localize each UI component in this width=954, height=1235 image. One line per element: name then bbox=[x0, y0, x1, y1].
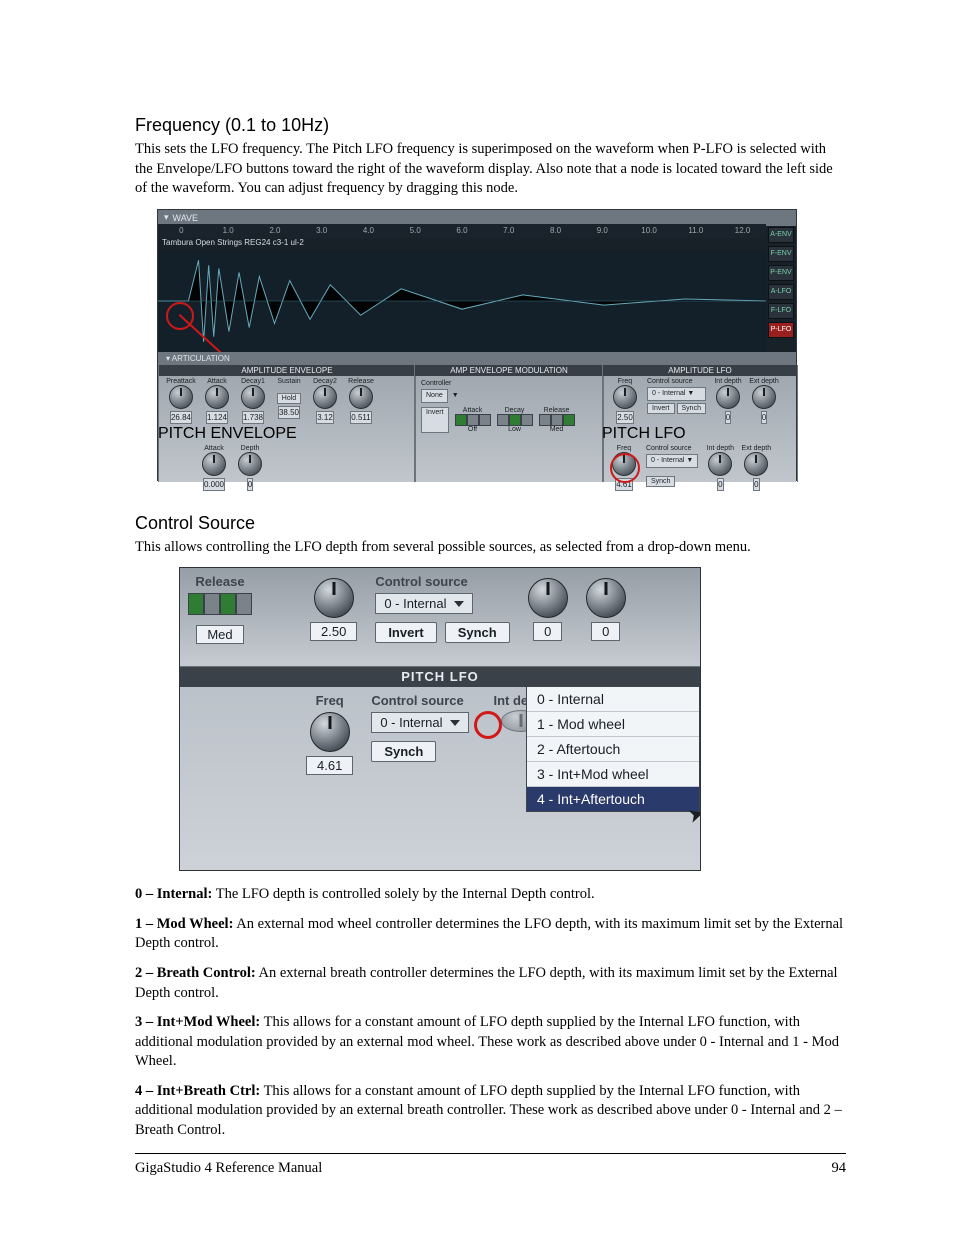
menu-item-2[interactable]: 2 - Aftertouch bbox=[527, 737, 699, 762]
amp-lfo-int-knob[interactable] bbox=[716, 385, 740, 409]
hold-button[interactable]: Hold bbox=[277, 393, 301, 404]
release-segments[interactable] bbox=[188, 593, 252, 615]
pitch-env-depth[interactable] bbox=[238, 452, 262, 476]
def-0: 0 – Internal: The LFO depth is controlle… bbox=[135, 885, 846, 905]
menu-item-3[interactable]: 3 - Int+Mod wheel bbox=[527, 762, 699, 787]
amp-mod-title: AMP ENVELOPE MODULATION bbox=[415, 365, 603, 376]
pitch-lfo-cs-label: Control source bbox=[371, 693, 463, 708]
menu-item-4[interactable]: 4 - Int+Aftertouch bbox=[527, 787, 699, 811]
knob-decay1[interactable] bbox=[241, 385, 265, 409]
para-frequency: This sets the LFO frequency. The Pitch L… bbox=[135, 140, 846, 199]
amp-mod-panel: AMP ENVELOPE MODULATION Controller None▼… bbox=[414, 365, 604, 482]
amp-lfo-ext-val: 0 bbox=[761, 411, 767, 424]
val-release: 0.511 bbox=[350, 411, 371, 424]
amp-lfo-freq-knob[interactable] bbox=[613, 385, 637, 409]
pitch-lfo-title: PITCH LFO bbox=[602, 425, 796, 443]
invert-button[interactable]: Invert bbox=[375, 622, 436, 643]
def-3: 3 – Int+Mod Wheel: This allows for a con… bbox=[135, 1013, 846, 1072]
para-control-source: This allows controlling the LFO depth fr… bbox=[135, 538, 846, 558]
pitch-lfo-freq-val-zoom: 4.61 bbox=[306, 756, 353, 775]
control-source-menu: 0 - Internal 1 - Mod wheel 2 - Aftertouc… bbox=[526, 686, 700, 812]
controller-dropdown[interactable]: None bbox=[421, 389, 448, 403]
screenshot-control-source: Release Med 2.50 Control source 0 - Inte… bbox=[179, 567, 701, 871]
annotation-freq-circle bbox=[610, 453, 640, 483]
pitch-lfo-ext-knob[interactable] bbox=[744, 452, 768, 476]
screenshot-wave-panel: ▾ WAVE 01.02.03.04.05.06.07.08.09.010.01… bbox=[157, 209, 797, 481]
pitch-env-panel: PITCH ENVELOPE Attack0.000 Depth0 bbox=[158, 425, 414, 482]
btn-p-env[interactable]: P-ENV bbox=[768, 265, 794, 281]
amp-lfo-cs-label: Control source bbox=[647, 378, 706, 385]
waveform[interactable] bbox=[158, 250, 766, 352]
btn-f-lfo[interactable]: F-LFO bbox=[768, 303, 794, 319]
env-lfo-buttons: A-ENV F-ENV P-ENV A-LFO F-LFO P-LFO bbox=[766, 224, 796, 352]
page-footer: GigaStudio 4 Reference Manual 94 bbox=[135, 1153, 846, 1177]
pitch-lfo-freq-label: Freq bbox=[316, 693, 344, 708]
mod-decay[interactable] bbox=[497, 414, 533, 426]
def-4: 4 – Int+Breath Ctrl: This allows for a c… bbox=[135, 1082, 846, 1141]
btn-a-lfo[interactable]: A-LFO bbox=[768, 284, 794, 300]
mod-release[interactable] bbox=[539, 414, 575, 426]
pitch-lfo-cs-dropdown-zoom[interactable]: 0 - Internal bbox=[371, 712, 469, 733]
knob-preattack[interactable] bbox=[169, 385, 193, 409]
val-preattack: 26.84 bbox=[170, 411, 192, 424]
pitch-lfo-freq-knob-zoom[interactable] bbox=[310, 712, 350, 752]
btn-f-env[interactable]: F-ENV bbox=[768, 246, 794, 262]
pitch-lfo-synch[interactable]: Synch bbox=[646, 476, 675, 487]
knob-attack[interactable] bbox=[205, 385, 229, 409]
amp-lfo-int-val: 0 bbox=[725, 411, 731, 424]
pitch-env-attack[interactable] bbox=[202, 452, 226, 476]
pitch-env-title: PITCH ENVELOPE bbox=[158, 425, 414, 443]
dropdown-caret-icon bbox=[454, 601, 464, 607]
val-attack: 1.124 bbox=[206, 411, 228, 424]
pitch-lfo-int-knob[interactable] bbox=[708, 452, 732, 476]
menu-item-1[interactable]: 1 - Mod wheel bbox=[527, 712, 699, 737]
mod-invert[interactable]: Invert bbox=[421, 407, 449, 433]
def-1: 1 – Mod Wheel: An external mod wheel con… bbox=[135, 915, 846, 954]
val-decay1: 1.738 bbox=[242, 411, 264, 424]
amp-lfo-title: AMPLITUDE LFO bbox=[603, 365, 797, 376]
release-label: Release bbox=[195, 574, 244, 589]
amp-lfo-invert[interactable]: Invert bbox=[647, 403, 675, 414]
pitch-lfo-panel: PITCH LFO Freq 4.61 Control source 0 - I… bbox=[602, 425, 796, 482]
synch-button-top[interactable]: Synch bbox=[445, 622, 510, 643]
synch-button-bot[interactable]: Synch bbox=[371, 741, 436, 762]
amp-lfo-cs-dropdown[interactable]: 0 - Internal ▼ bbox=[647, 387, 706, 401]
footer-page: 94 bbox=[832, 1160, 847, 1177]
amp-lfo-freq-val: 2.50 bbox=[616, 411, 634, 424]
ext-depth-knob-top[interactable] bbox=[586, 578, 626, 618]
val-decay2: 3.12 bbox=[316, 411, 334, 424]
menu-item-0[interactable]: 0 - Internal bbox=[527, 687, 699, 712]
mod-attack[interactable] bbox=[455, 414, 491, 426]
pitch-lfo-cs-dropdown[interactable]: 0 - Internal ▼ bbox=[646, 454, 698, 468]
btn-p-lfo[interactable]: P-LFO bbox=[768, 322, 794, 338]
controller-label: Controller bbox=[421, 380, 597, 387]
amp-lfo-freq-val-zoom: 2.50 bbox=[310, 622, 357, 641]
val-sustain: 38.50 bbox=[278, 406, 300, 419]
btn-a-env[interactable]: A-ENV bbox=[768, 227, 794, 243]
cursor-icon: ➤ bbox=[685, 800, 701, 829]
knob-release[interactable] bbox=[349, 385, 373, 409]
heading-frequency: Frequency (0.1 to 10Hz) bbox=[135, 115, 846, 136]
release-med: Med bbox=[196, 625, 243, 644]
sample-name: Tambura Open Strings REG24 c3-1 ul-2 bbox=[162, 238, 304, 247]
int-depth-knob-top[interactable] bbox=[528, 578, 568, 618]
amp-lfo-freq-knob-zoom[interactable] bbox=[314, 578, 354, 618]
knob-decay2[interactable] bbox=[313, 385, 337, 409]
articulation-title: ▾ ARTICULATION bbox=[158, 352, 796, 365]
footer-title: GigaStudio 4 Reference Manual bbox=[135, 1160, 322, 1177]
def-2: 2 – Breath Control: An external breath c… bbox=[135, 964, 846, 1003]
wave-ruler: 01.02.03.04.05.06.07.08.09.010.011.012.0 bbox=[158, 224, 766, 238]
cs-dropdown-top[interactable]: 0 - Internal bbox=[375, 593, 473, 614]
cs-label: Control source bbox=[375, 574, 467, 589]
amp-lfo-synch[interactable]: Synch bbox=[677, 403, 706, 414]
heading-control-source: Control Source bbox=[135, 513, 846, 534]
amp-lfo-ext-knob[interactable] bbox=[752, 385, 776, 409]
amp-env-title: AMPLITUDE ENVELOPE bbox=[159, 365, 415, 376]
dropdown-caret-icon bbox=[450, 720, 460, 726]
pitch-lfo-header: PITCH LFO bbox=[180, 667, 700, 687]
